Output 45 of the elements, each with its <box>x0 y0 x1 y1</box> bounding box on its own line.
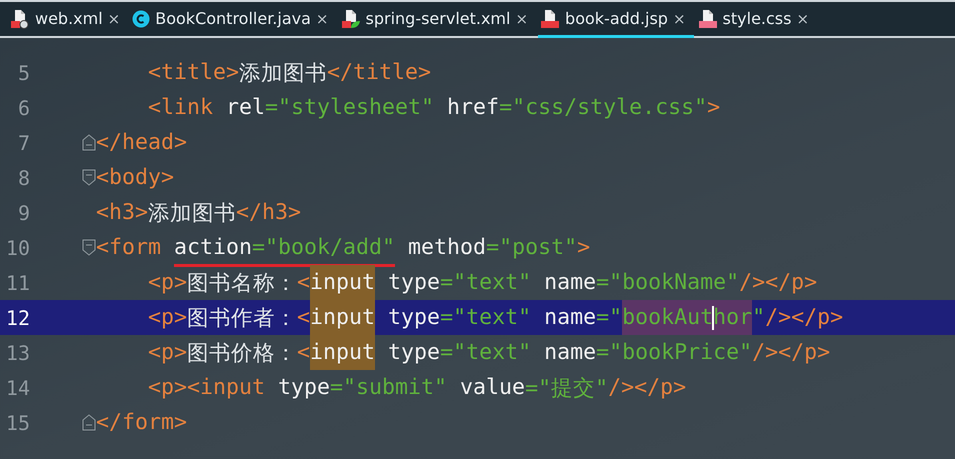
spring-file-icon <box>340 8 360 28</box>
jsp-file-icon <box>540 8 560 28</box>
line-number: 9 <box>16 200 30 224</box>
line-number: 5 <box>16 60 30 84</box>
line-number: 6 <box>16 96 30 120</box>
code-line: <title>添加图书</title> <box>147 59 432 88</box>
fold-icon[interactable] <box>82 169 96 186</box>
class-icon <box>132 10 150 28</box>
code-line: <p>图书作者：<input type="text" name="bookAuthor"/></p> <box>96 300 844 335</box>
editor-tab[interactable]: BookController.java × <box>130 2 336 38</box>
tab-label: spring-servlet.xml <box>366 9 510 28</box>
line-number: 15 <box>4 410 30 434</box>
line-number: 13 <box>4 340 30 364</box>
code-line: </form> <box>96 409 188 437</box>
line-number: 7 <box>16 130 30 154</box>
code-line: <h3>添加图书</h3> <box>96 199 302 228</box>
tab-label: web.xml <box>35 9 103 28</box>
close-icon[interactable]: × <box>108 10 120 28</box>
tab-label: style.css <box>722 9 792 28</box>
line-number: 11 <box>4 270 30 294</box>
code-line: </head> <box>96 129 188 157</box>
editor-tab[interactable]: book-add.jsp × <box>538 2 694 38</box>
xml-file-icon <box>10 8 30 28</box>
code-line: <p><input type="submit" value="提交"/></p> <box>147 374 686 403</box>
code-line: <link rel="stylesheet" href="css/style.css"> <box>147 94 720 122</box>
line-number: 10 <box>4 236 30 260</box>
fold-icon[interactable] <box>82 134 96 151</box>
code-line: <p>图书价格：<input type="text" name="bookPrice"/></p> <box>96 335 830 370</box>
fold-icon[interactable] <box>82 414 96 431</box>
close-icon[interactable]: × <box>316 10 328 28</box>
fold-icon[interactable] <box>82 239 96 256</box>
tab-label: BookController.java <box>155 9 311 28</box>
editor-tab[interactable]: spring-servlet.xml × <box>338 2 536 38</box>
close-icon[interactable]: × <box>672 10 686 28</box>
line-number: 14 <box>4 376 30 400</box>
code-line: <body> <box>96 164 174 192</box>
line-number: 8 <box>16 166 30 190</box>
editor-tab[interactable]: web.xml × <box>8 2 128 38</box>
editor-tab[interactable]: style.css × <box>696 2 818 38</box>
close-icon[interactable]: × <box>515 10 528 28</box>
tab-label: book-add.jsp <box>565 9 668 28</box>
css-file-icon <box>698 8 718 28</box>
code-line: <p>图书名称：<input type="text" name="bookName"/></p> <box>96 265 818 300</box>
close-icon[interactable]: × <box>796 10 810 28</box>
line-number: 12 <box>4 306 30 330</box>
